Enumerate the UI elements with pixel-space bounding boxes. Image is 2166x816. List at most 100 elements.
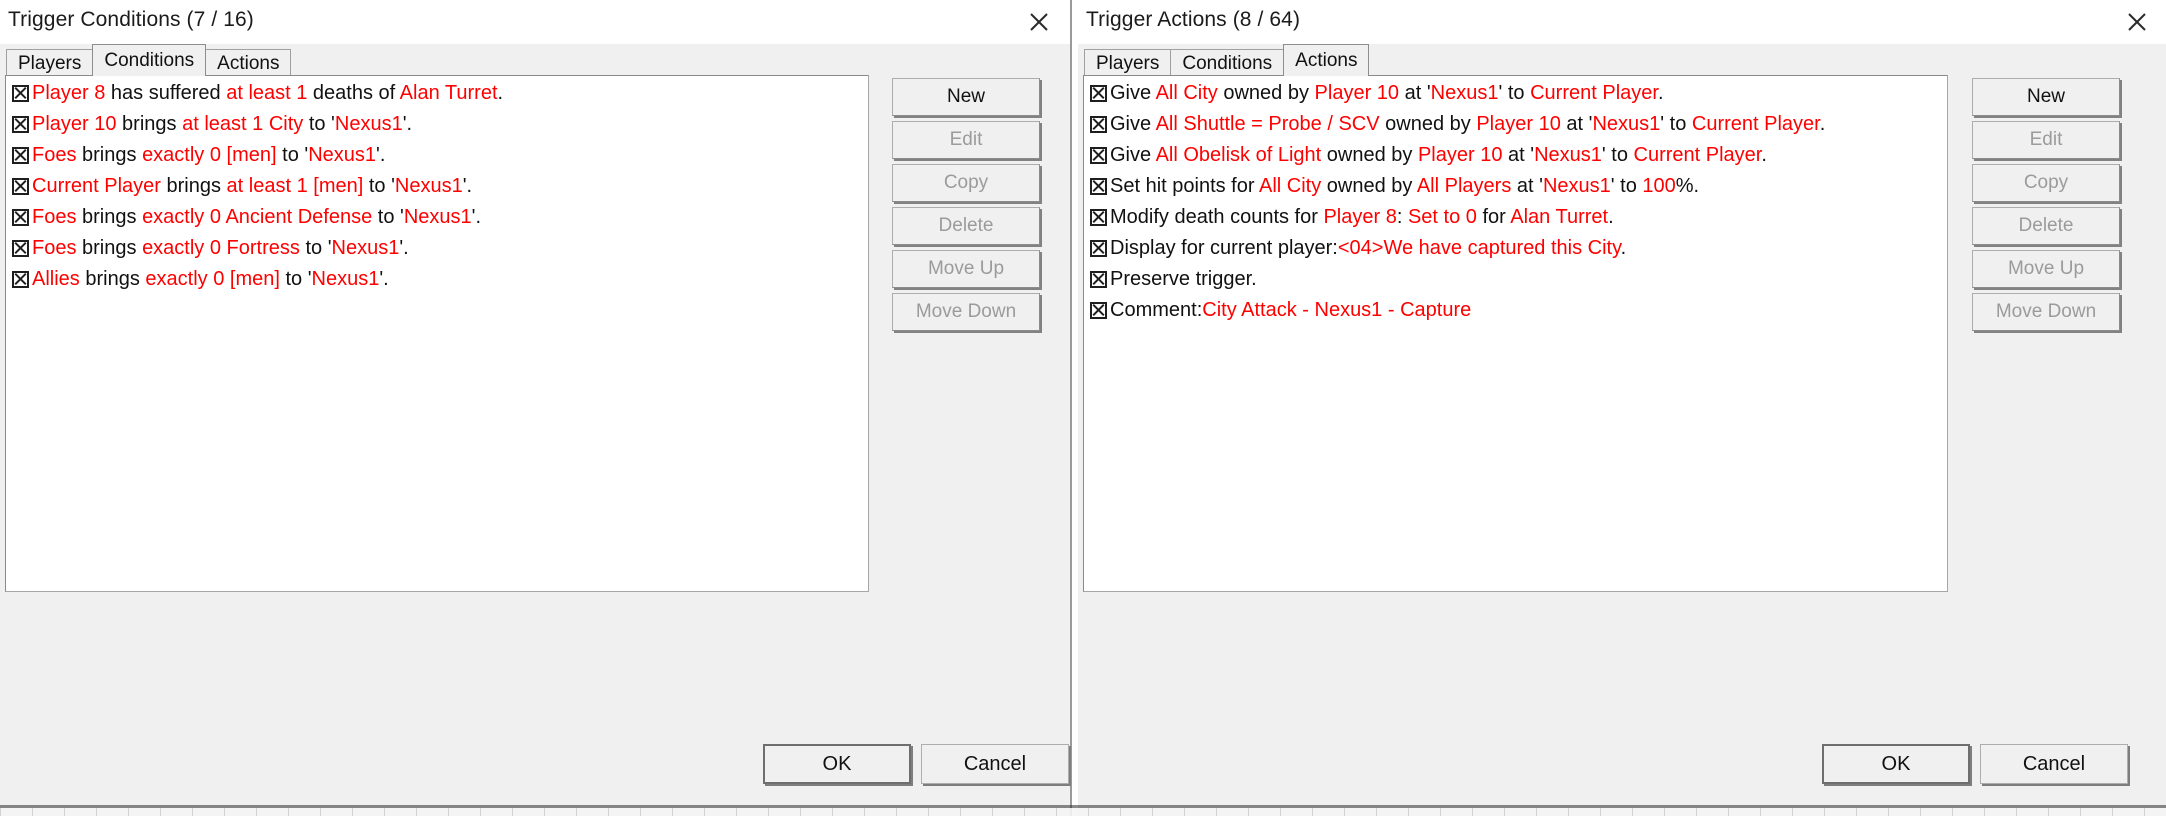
list-item[interactable]: Foes brings exactly 0 Ancient Defense to…: [7, 202, 868, 233]
list-item-label: Player 10 brings at least 1 City to 'Nex…: [32, 109, 412, 140]
conditions-list[interactable]: Player 8 has suffered at least 1 deaths …: [5, 75, 869, 592]
list-item[interactable]: Give All Shuttle = Probe / SCV owned by …: [1085, 109, 1947, 140]
list-item[interactable]: Display for current player:<04>We have c…: [1085, 233, 1947, 264]
text-fragment: Nexus1: [1592, 113, 1661, 135]
text-fragment: .: [1761, 144, 1767, 166]
checkbox-checked-icon[interactable]: [1090, 209, 1107, 226]
list-item[interactable]: Set hit points for All City owned by All…: [1085, 171, 1947, 202]
text-fragment: Give: [1110, 82, 1156, 104]
list-item-label: Preserve trigger.: [1110, 264, 1257, 295]
edit-button: Edit: [892, 121, 1040, 159]
text-fragment: Set hit points for: [1110, 175, 1259, 197]
checkbox-checked-icon[interactable]: [12, 85, 29, 102]
text-fragment: owned by: [1321, 175, 1417, 197]
checkbox-checked-icon[interactable]: [12, 240, 29, 257]
text-fragment: at least: [182, 113, 247, 135]
actions-list[interactable]: Give All City owned by Player 10 at 'Nex…: [1083, 75, 1948, 592]
text-fragment: Player 10: [32, 113, 117, 135]
close-icon[interactable]: [1016, 2, 1062, 42]
list-item[interactable]: Preserve trigger.: [1085, 264, 1947, 295]
list-item[interactable]: Current Player brings at least 1 [men] t…: [7, 171, 868, 202]
text-fragment: Player 8: [32, 82, 106, 104]
conditions-titlebar: Trigger Conditions (7 / 16): [0, 0, 1070, 44]
tab-players[interactable]: Players: [6, 49, 94, 76]
list-item-label: Foes brings exactly 0 Fortress to 'Nexus…: [32, 233, 409, 264]
list-item[interactable]: Give All City owned by Player 10 at 'Nex…: [1085, 78, 1947, 109]
cancel-button-conditions[interactable]: Cancel: [921, 744, 1069, 784]
checkbox-checked-icon[interactable]: [12, 116, 29, 133]
checkbox-checked-icon[interactable]: [1090, 85, 1107, 102]
text-fragment: exactly: [142, 206, 205, 228]
text-fragment: Modify death counts for: [1110, 206, 1324, 228]
list-item-label: Modify death counts for Player 8: Set to…: [1110, 202, 1614, 233]
list-item[interactable]: Player 8 has suffered at least 1 deaths …: [7, 78, 868, 109]
text-fragment: Foes: [32, 144, 77, 166]
text-fragment: Alan Turret: [1510, 206, 1609, 228]
text-fragment: at ': [1399, 82, 1431, 104]
ok-button-actions[interactable]: OK: [1822, 744, 1970, 784]
tab-actions[interactable]: Actions: [1283, 44, 1370, 76]
checkbox-checked-icon[interactable]: [1090, 240, 1107, 257]
text-fragment: brings: [76, 144, 143, 166]
text-fragment: Foes: [32, 237, 77, 259]
tab-players[interactable]: Players: [1084, 49, 1172, 76]
conditions-title: Trigger Conditions (7 / 16): [8, 8, 254, 31]
text-fragment: 1: [296, 82, 308, 104]
text-fragment: '.: [376, 144, 386, 166]
checkbox-checked-icon[interactable]: [1090, 302, 1107, 319]
tab-actions[interactable]: Actions: [205, 49, 292, 76]
list-item[interactable]: Give All Obelisk of Light owned by Playe…: [1085, 140, 1947, 171]
cancel-button-actions[interactable]: Cancel: [1980, 744, 2128, 784]
text-fragment: brings: [76, 237, 143, 259]
list-item[interactable]: Comment:City Attack - Nexus1 - Capture: [1085, 295, 1947, 326]
close-icon[interactable]: [2114, 2, 2160, 42]
text-fragment: Give: [1110, 113, 1156, 135]
tab-conditions[interactable]: Conditions: [92, 44, 207, 76]
checkbox-checked-icon[interactable]: [1090, 116, 1107, 133]
checkbox-checked-icon[interactable]: [12, 209, 29, 226]
text-fragment: .: [1620, 237, 1627, 259]
list-item-label: Foes brings exactly 0 Ancient Defense to…: [32, 202, 481, 233]
text-fragment: City Attack - Nexus1 - Capture: [1202, 299, 1472, 321]
text-fragment: brings: [76, 206, 143, 228]
text-fragment: Nexus1: [331, 237, 400, 259]
list-item[interactable]: Foes brings exactly 0 Fortress to 'Nexus…: [7, 233, 868, 264]
copy-button: Copy: [892, 164, 1040, 202]
checkbox-checked-icon[interactable]: [12, 147, 29, 164]
list-item[interactable]: Modify death counts for Player 8: Set to…: [1085, 202, 1947, 233]
move-down-button: Move Down: [892, 293, 1040, 331]
ok-button-conditions[interactable]: OK: [763, 744, 911, 784]
new-button[interactable]: New: [1972, 78, 2120, 116]
list-item[interactable]: Allies brings exactly 0 [men] to 'Nexus1…: [7, 264, 868, 295]
checkbox-checked-icon[interactable]: [12, 271, 29, 288]
text-fragment: to ': [372, 206, 404, 228]
text-fragment: exactly: [142, 237, 205, 259]
text-fragment: 100: [1642, 175, 1676, 197]
text-fragment: Nexus1: [311, 268, 380, 290]
checkbox-checked-icon[interactable]: [1090, 271, 1107, 288]
list-item[interactable]: Player 10 brings at least 1 City to 'Nex…: [7, 109, 868, 140]
list-item-label: Player 8 has suffered at least 1 deaths …: [32, 78, 503, 109]
text-fragment: to ': [303, 113, 335, 135]
text-fragment: ' to: [1660, 113, 1692, 135]
text-fragment: Current Player: [1691, 113, 1820, 135]
text-fragment: 1 [men]: [296, 175, 364, 197]
list-item[interactable]: Foes brings exactly 0 [men] to 'Nexus1'.: [7, 140, 868, 171]
text-fragment: at least: [226, 82, 291, 104]
text-fragment: Player 8: [1323, 206, 1397, 228]
text-fragment: Preserve trigger.: [1110, 268, 1257, 290]
desktop-background-strip: [0, 808, 2166, 816]
text-fragment: at ': [1502, 144, 1535, 166]
text-fragment: %.: [1675, 175, 1700, 197]
checkbox-checked-icon[interactable]: [12, 178, 29, 195]
actions-titlebar: Trigger Actions (8 / 64): [1078, 0, 2166, 44]
text-fragment: to ': [276, 144, 309, 166]
tab-conditions[interactable]: Conditions: [1170, 49, 1285, 76]
text-fragment: .: [1819, 113, 1826, 135]
checkbox-checked-icon[interactable]: [1090, 147, 1107, 164]
delete-button: Delete: [1972, 207, 2120, 245]
new-button[interactable]: New: [892, 78, 1040, 116]
checkbox-checked-icon[interactable]: [1090, 178, 1107, 195]
conditions-tabstrip: Players Conditions Actions: [6, 44, 292, 76]
text-fragment: Current Player: [1530, 82, 1658, 104]
